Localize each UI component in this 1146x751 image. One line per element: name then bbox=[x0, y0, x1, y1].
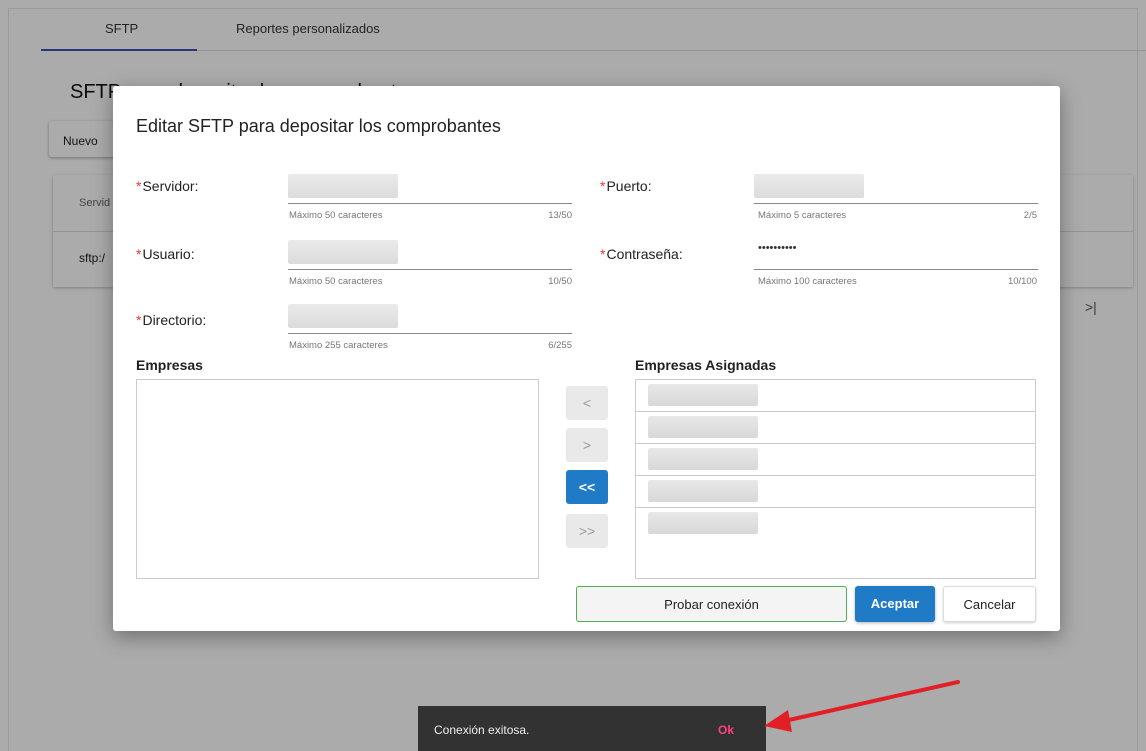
contrasena-label: *Contraseña: bbox=[600, 246, 683, 262]
contrasena-input[interactable]: •••••••••• bbox=[754, 238, 1038, 270]
empresas-label: Empresas bbox=[136, 357, 203, 373]
snackbar-message: Conexión exitosa. bbox=[434, 723, 530, 737]
empresas-asignadas-list[interactable] bbox=[635, 379, 1036, 579]
move-all-right-button[interactable]: >> bbox=[566, 514, 608, 548]
snackbar: Conexión exitosa. Ok bbox=[418, 706, 766, 751]
required-marker: * bbox=[136, 178, 142, 194]
puerto-counter: 2/5 bbox=[1023, 210, 1037, 221]
move-all-left-button[interactable]: << bbox=[566, 470, 608, 504]
usuario-input[interactable] bbox=[288, 238, 572, 270]
directorio-hint: Máximo 255 caracteres bbox=[289, 340, 388, 351]
list-item[interactable] bbox=[636, 444, 1035, 476]
redacted-value bbox=[648, 384, 758, 406]
redacted-value bbox=[648, 448, 758, 470]
test-connection-button[interactable]: Probar conexión bbox=[576, 586, 847, 622]
puerto-hint: Máximo 5 caracteres bbox=[758, 210, 847, 221]
redacted-value bbox=[648, 512, 758, 534]
servidor-hint: Máximo 50 caracteres bbox=[289, 210, 383, 221]
edit-sftp-dialog: Editar SFTP para depositar los comproban… bbox=[113, 86, 1060, 631]
redacted-value bbox=[288, 174, 398, 198]
dialog-title: Editar SFTP para depositar los comproban… bbox=[136, 116, 501, 136]
directorio-input[interactable] bbox=[288, 302, 572, 334]
redacted-value bbox=[648, 416, 758, 438]
directorio-counter: 6/255 bbox=[548, 340, 572, 351]
list-item[interactable] bbox=[636, 380, 1035, 412]
servidor-input[interactable] bbox=[288, 172, 572, 204]
contrasena-counter: 10/100 bbox=[1007, 276, 1037, 287]
redacted-value bbox=[288, 240, 398, 264]
password-value: •••••••••• bbox=[758, 242, 797, 254]
contrasena-hint: Máximo 100 caracteres bbox=[758, 276, 857, 287]
empresas-list[interactable] bbox=[136, 379, 539, 579]
list-item[interactable] bbox=[636, 508, 1035, 540]
list-item[interactable] bbox=[636, 476, 1035, 508]
puerto-label: *Puerto: bbox=[600, 178, 652, 194]
accept-button[interactable]: Aceptar bbox=[855, 586, 935, 622]
servidor-counter: 13/50 bbox=[548, 210, 572, 221]
cancel-button[interactable]: Cancelar bbox=[943, 586, 1036, 622]
move-left-button[interactable]: < bbox=[566, 386, 608, 420]
empresas-asignadas-label: Empresas Asignadas bbox=[635, 357, 777, 373]
usuario-hint: Máximo 50 caracteres bbox=[289, 276, 383, 287]
redacted-value bbox=[754, 174, 864, 198]
annotation-arrow-icon bbox=[764, 680, 960, 732]
servidor-label: *Servidor: bbox=[136, 178, 199, 194]
directorio-label: *Directorio: bbox=[136, 312, 207, 328]
puerto-input[interactable] bbox=[754, 172, 1038, 204]
move-right-button[interactable]: > bbox=[566, 428, 608, 462]
redacted-value bbox=[648, 480, 758, 502]
redacted-value bbox=[288, 304, 398, 328]
usuario-counter: 10/50 bbox=[548, 276, 572, 287]
snackbar-ok-button[interactable]: Ok bbox=[718, 723, 734, 737]
list-item[interactable] bbox=[636, 412, 1035, 444]
usuario-label: *Usuario: bbox=[136, 246, 195, 262]
